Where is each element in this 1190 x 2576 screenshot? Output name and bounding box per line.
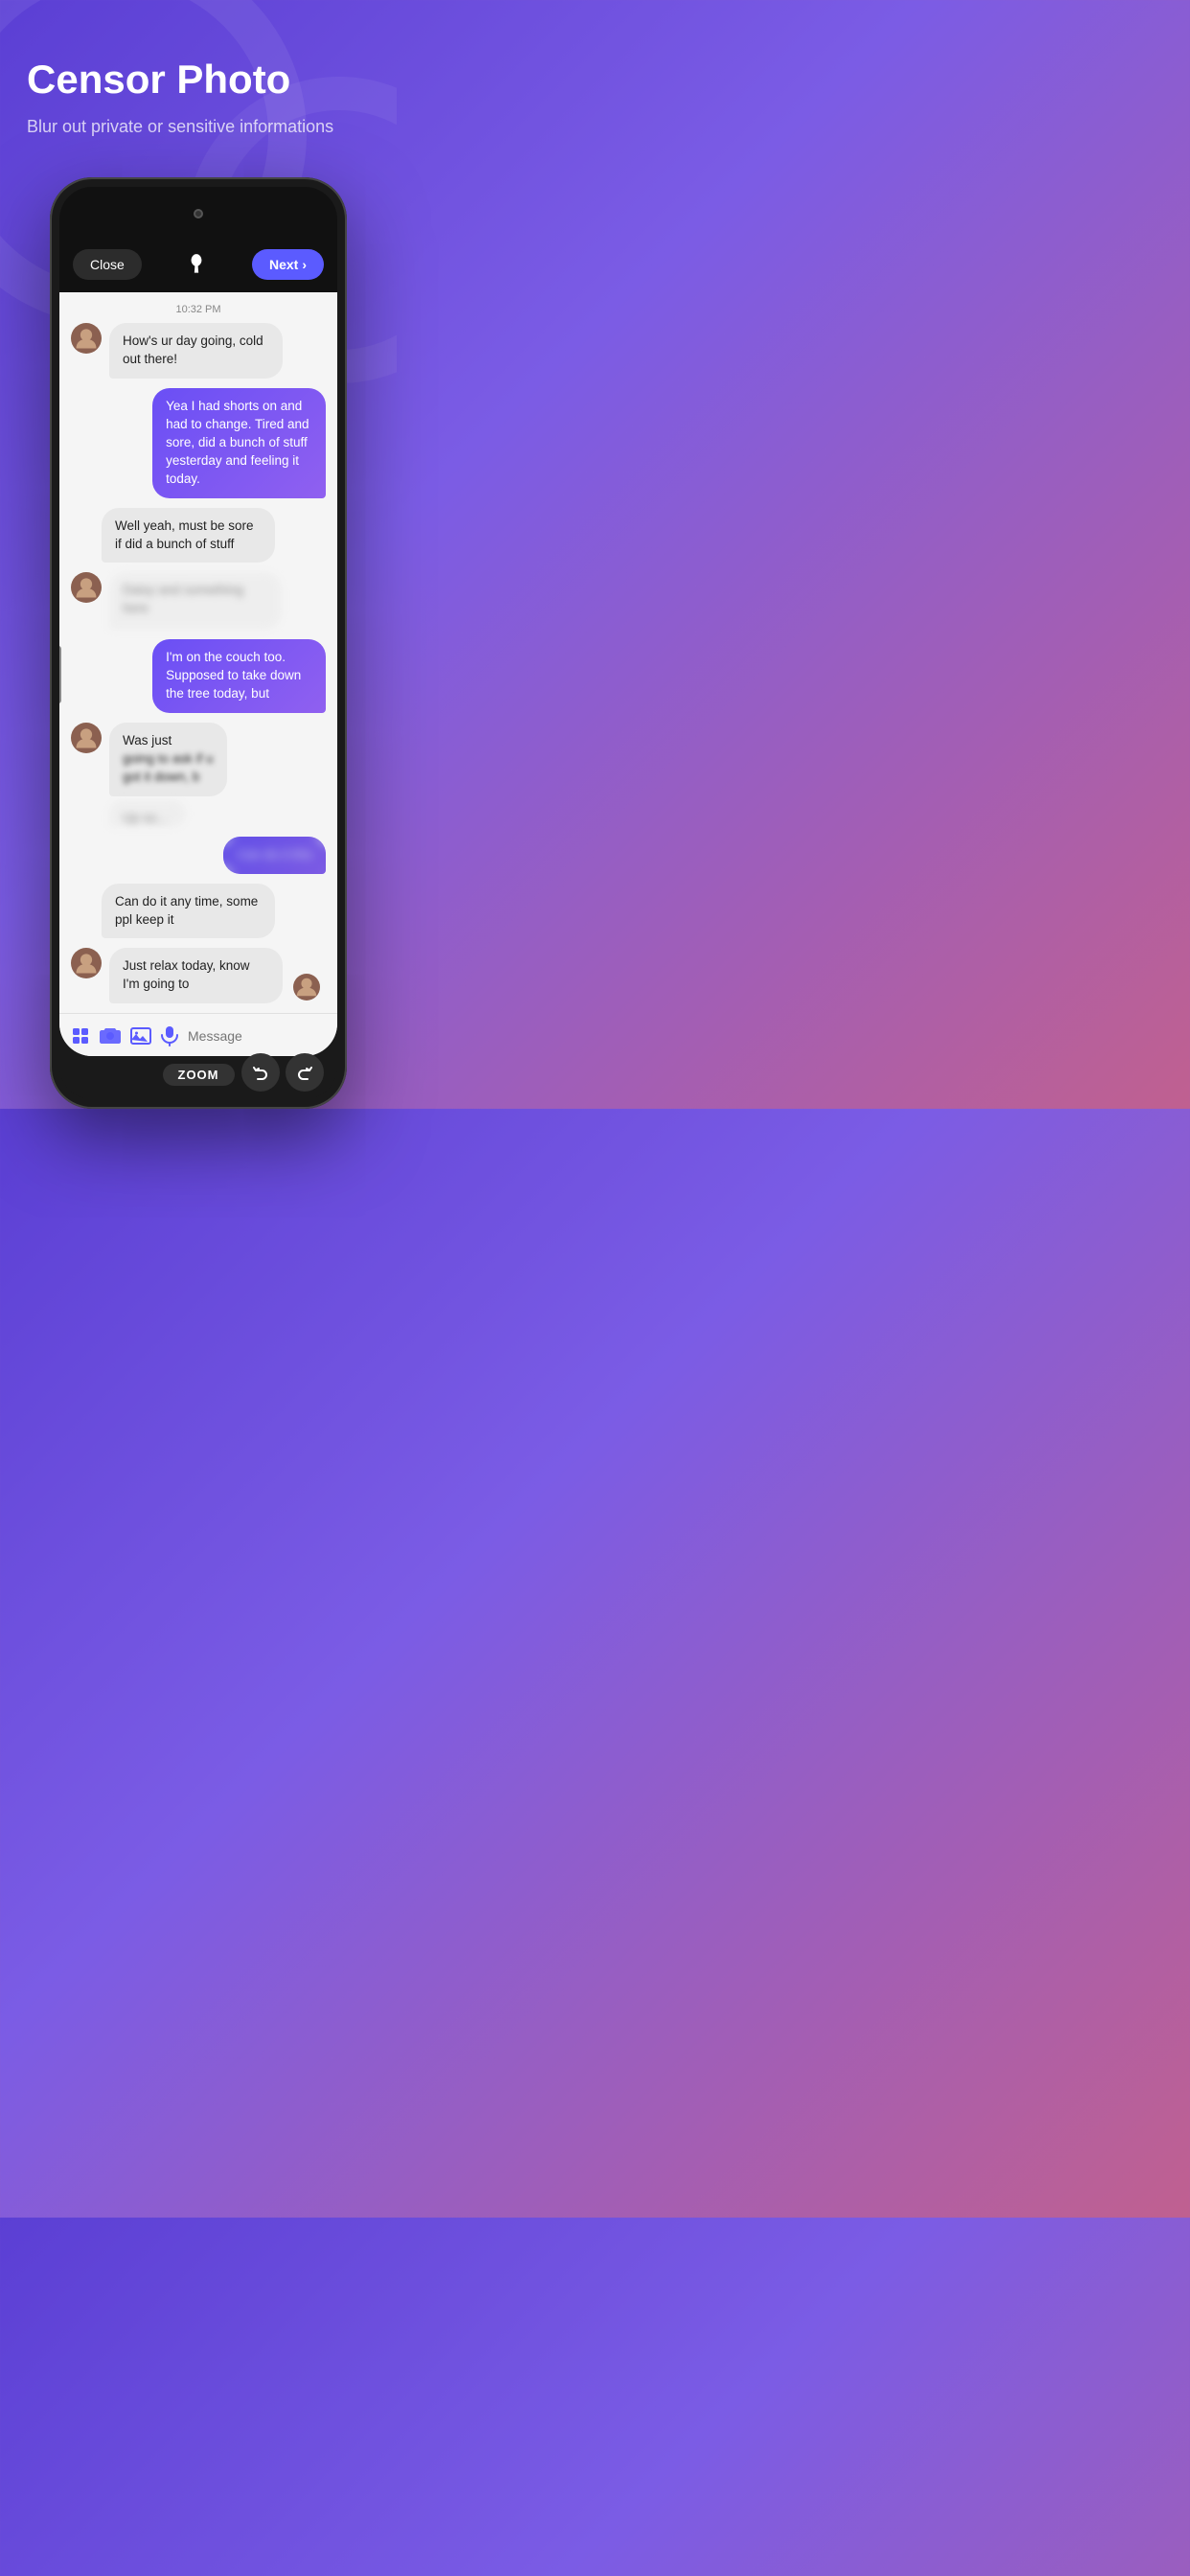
zoom-label: ZOOM — [163, 1064, 235, 1086]
image-icon[interactable] — [130, 1024, 151, 1048]
chat-timestamp: 10:32 PM — [59, 292, 337, 323]
close-button[interactable]: Close — [73, 249, 142, 280]
chat-screen: 10:32 PM How's ur day going, cold out th… — [59, 292, 337, 1056]
message-bubble-blurred: Up so... — [109, 800, 186, 827]
next-label: Next — [269, 257, 298, 272]
message-bubble: I'm on the couch too. Supposed to take d… — [152, 639, 326, 713]
page-subtitle: Blur out private or sensitive informatio… — [27, 115, 370, 139]
phone-toolbar: Close Next › — [59, 241, 337, 292]
undo-redo-controls — [241, 1053, 324, 1092]
next-button[interactable]: Next › — [252, 249, 324, 280]
message-bubble: How's ur day going, cold out there! — [109, 323, 283, 379]
message-row: Can do it this — [71, 837, 326, 874]
message-row: Well yeah, must be sore if did a bunch o… — [71, 508, 326, 564]
message-input[interactable] — [188, 1028, 337, 1044]
avatar — [71, 572, 102, 603]
page-title: Censor Photo — [27, 58, 370, 102]
message-bubble: Can do it any time, some ppl keep it — [102, 884, 275, 939]
avatar — [71, 723, 102, 753]
chat-input-toolbar — [59, 1013, 337, 1056]
message-bubble: Well yeah, must be sore if did a bunch o… — [102, 508, 275, 564]
phone-frame: Close Next › 10:32 PM — [50, 177, 347, 1109]
message-row: Just relax today, know I'm going to — [71, 948, 326, 1003]
camera-icon[interactable] — [100, 1024, 121, 1048]
avatar — [71, 948, 102, 978]
chat-body: How's ur day going, cold out there! Yea … — [59, 323, 337, 1003]
message-bubble: Just relax today, know I'm going to — [109, 948, 283, 1003]
message-bubble: Yea I had shorts on and had to change. T… — [152, 388, 326, 497]
mic-icon[interactable] — [161, 1024, 178, 1048]
avatar-placeholder — [71, 884, 102, 914]
avatar-placeholder — [71, 508, 102, 539]
message-bubble-blurred: Daisy and something here — [109, 572, 282, 630]
zoom-toolbar: ZOOM — [59, 1056, 337, 1099]
ink-icon — [180, 248, 213, 281]
avatar — [71, 323, 102, 354]
undo-button[interactable] — [241, 1053, 280, 1092]
camera-dot — [194, 209, 203, 218]
message-row: Daisy and something here — [71, 572, 326, 630]
redo-button[interactable] — [286, 1053, 324, 1092]
message-bubble-blurred: Can do it this — [223, 837, 326, 874]
grid-icon[interactable] — [71, 1024, 90, 1048]
message-bubble: Was just going to ask if u got it down, … — [109, 723, 227, 796]
bottom-right-avatar — [293, 974, 320, 1000]
phone-mockup: Close Next › 10:32 PM — [27, 177, 370, 1109]
message-row: Can do it any time, some ppl keep it — [71, 884, 326, 939]
next-chevron: › — [302, 257, 307, 272]
message-row: Yea I had shorts on and had to change. T… — [71, 388, 326, 497]
side-handle — [59, 646, 61, 703]
message-row: Was just going to ask if u got it down, … — [71, 723, 326, 827]
phone-notch — [59, 187, 337, 241]
message-row: I'm on the couch too. Supposed to take d… — [71, 639, 326, 713]
message-row: How's ur day going, cold out there! — [71, 323, 326, 379]
